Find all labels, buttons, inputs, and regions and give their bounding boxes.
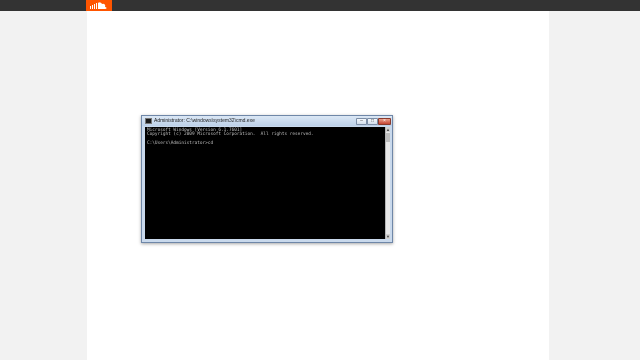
cloud-icon <box>90 2 107 9</box>
console-prompt-line: C:\Users\Administrator>cd <box>147 141 214 146</box>
cmd-window[interactable]: Administrator: C:\windows\system32\cmd.e… <box>141 115 393 243</box>
terminal-icon <box>145 118 152 124</box>
site-logo[interactable] <box>86 0 112 11</box>
scroll-thumb[interactable] <box>386 133 390 142</box>
top-navigation-bar <box>0 0 640 11</box>
cmd-title-bar[interactable]: Administrator: C:\windows\system32\cmd.e… <box>142 116 392 126</box>
scroll-down-icon[interactable]: ▼ <box>386 234 390 239</box>
cmd-window-title: Administrator: C:\windows\system32\cmd.e… <box>154 118 255 124</box>
minimize-button[interactable]: – <box>356 118 367 125</box>
vertical-scrollbar[interactable]: ▲ ▼ <box>385 127 390 239</box>
maximize-button[interactable]: □ <box>367 118 378 125</box>
console-output[interactable]: Microsoft Windows [Version 6.1.7601] Cop… <box>145 127 385 239</box>
scroll-up-icon[interactable]: ▲ <box>386 127 390 132</box>
close-button[interactable]: × <box>378 118 391 125</box>
console-line: Copyright (c) 2009 Microsoft Corporation… <box>147 132 314 137</box>
